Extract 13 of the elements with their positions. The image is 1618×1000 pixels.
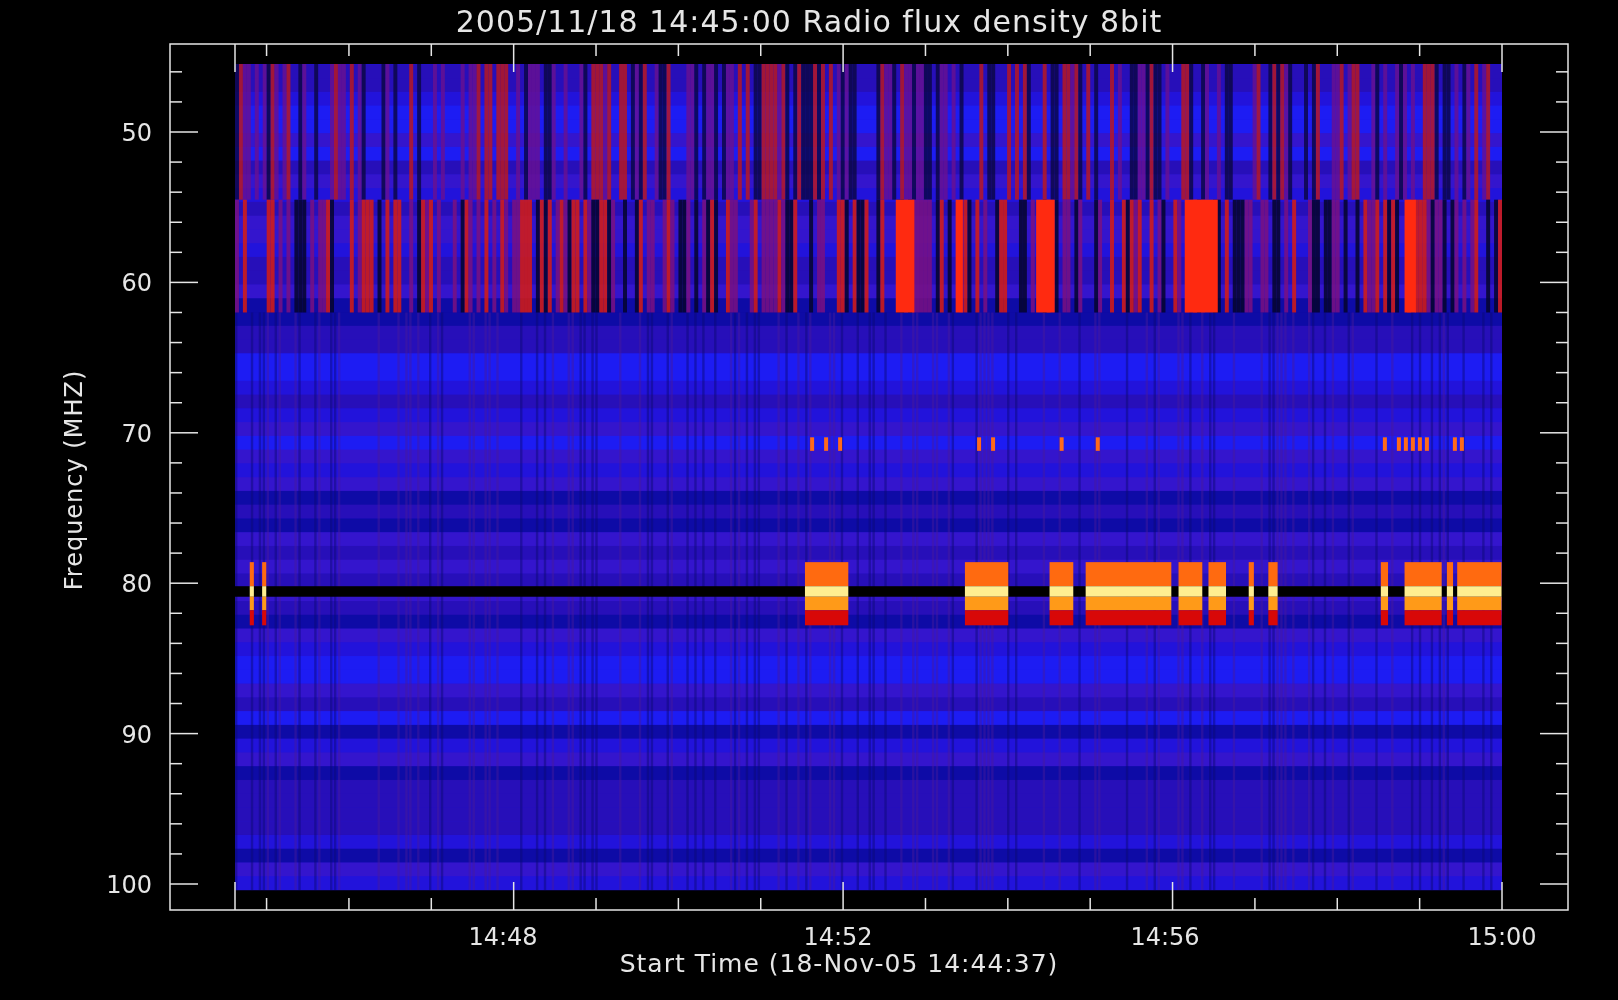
axis-tick-label: 90 xyxy=(121,720,152,749)
plot-title: 2005/11/18 14:45:00 Radio flux density 8bit xyxy=(455,3,1163,41)
axis-tick-label: 14:52 xyxy=(803,923,873,951)
axis-title: Frequency (MHZ) xyxy=(60,369,88,591)
axis-tick-label: 80 xyxy=(121,570,152,599)
axis-tick-label: 50 xyxy=(121,119,152,147)
axis-tick-label: 70 xyxy=(121,419,152,448)
axis-tick-label: 14:48 xyxy=(468,923,538,951)
axis-tick-label: 60 xyxy=(121,269,152,298)
axis-tick-label: 100 xyxy=(106,871,152,899)
axis-tick-label: 14:56 xyxy=(1130,923,1200,951)
axis-tick-label: 15:00 xyxy=(1467,923,1537,951)
axis-title: Start Time (18-Nov-05 14:44:37) xyxy=(619,949,1059,978)
